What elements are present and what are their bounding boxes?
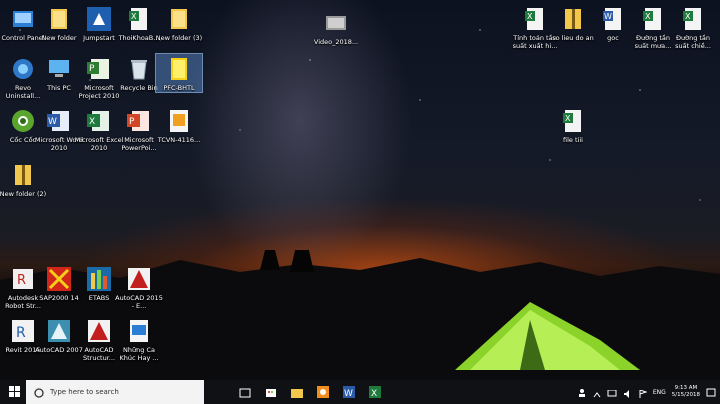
coccoc-taskbar-button[interactable] bbox=[310, 380, 336, 404]
icon-label: New folder (3) bbox=[155, 34, 203, 42]
clock-time: 9:13 AM bbox=[674, 385, 698, 391]
pdf-file-icon bbox=[166, 108, 192, 134]
jumpstart-icon bbox=[86, 6, 112, 32]
taskbar: Type here to search W X ENG 9:13 AM 5/15… bbox=[0, 380, 720, 404]
autocad-icon bbox=[126, 266, 152, 292]
icon-label: TCVN-4116... bbox=[157, 136, 201, 144]
search-icon bbox=[34, 383, 44, 402]
excel-taskbar-icon: X bbox=[369, 383, 381, 402]
search-placeholder: Type here to search bbox=[50, 388, 119, 396]
desktop-icon-nhung-ca-khuc[interactable]: Những Ca Khúc Hay ... bbox=[116, 316, 162, 362]
ms-word-icon: W bbox=[46, 108, 72, 134]
zip-folder-icon bbox=[10, 162, 36, 188]
desktop-icon-tcvn[interactable]: TCVN-4116... bbox=[156, 106, 202, 144]
system-tray: ENG 9:13 AM 5/15/2018 bbox=[577, 380, 720, 404]
excel-file-icon: X bbox=[126, 6, 152, 32]
control-panel-icon bbox=[10, 6, 36, 32]
svg-text:X: X bbox=[685, 12, 691, 21]
clock[interactable]: 9:13 AM 5/15/2018 bbox=[672, 385, 700, 399]
coccoc-taskbar-icon bbox=[317, 383, 329, 402]
folder-icon bbox=[166, 56, 192, 82]
desktop-icon-new-folder-2[interactable]: New folder (2) bbox=[0, 160, 46, 198]
folder-icon bbox=[166, 6, 192, 32]
network-icon[interactable] bbox=[607, 383, 617, 402]
icon-label: PFC-BHTL bbox=[163, 84, 195, 92]
svg-text:X: X bbox=[645, 12, 651, 21]
desktop-icon-video[interactable]: Video_2018... bbox=[313, 8, 359, 46]
desktop-icon-new-folder-3[interactable]: New folder (3) bbox=[156, 4, 202, 42]
icon-label: file tiii bbox=[563, 136, 583, 144]
folder-icon bbox=[46, 6, 72, 32]
file-explorer-button[interactable] bbox=[284, 380, 310, 404]
volume-icon[interactable] bbox=[623, 383, 633, 402]
store-icon bbox=[265, 383, 277, 402]
svg-text:R: R bbox=[17, 273, 26, 288]
svg-text:X: X bbox=[565, 114, 571, 123]
desktop-icon-duong-tan-suat-chieu[interactable]: X Đường tần suất chiề... bbox=[670, 4, 716, 50]
ms-excel-icon: X bbox=[86, 108, 112, 134]
notification-icon[interactable] bbox=[706, 383, 716, 402]
excel-file-icon: X bbox=[640, 6, 666, 32]
svg-text:W: W bbox=[344, 389, 353, 398]
desktop-icon-pfc-bhtl[interactable]: PFC-BHTL bbox=[155, 53, 203, 93]
people-icon[interactable] bbox=[577, 383, 587, 402]
taskbar-search-box[interactable]: Type here to search bbox=[26, 380, 204, 404]
revit-icon: R bbox=[10, 318, 36, 344]
task-view-icon bbox=[239, 383, 251, 402]
icon-label: AutoCAD 2015 - E... bbox=[115, 294, 163, 310]
windows-logo-icon bbox=[9, 383, 21, 402]
svg-text:P: P bbox=[89, 64, 95, 74]
language-indicator[interactable]: ENG bbox=[653, 389, 666, 396]
clock-date: 5/15/2018 bbox=[671, 392, 700, 398]
word-taskbar-button[interactable]: W bbox=[336, 380, 362, 404]
svg-text:X: X bbox=[527, 12, 533, 21]
svg-text:X: X bbox=[89, 117, 95, 127]
icon-label: Những Ca Khúc Hay ... bbox=[119, 346, 159, 362]
autocad-icon bbox=[46, 318, 72, 344]
desktop: Control Panel New folder Jumpstart X Tho… bbox=[0, 0, 720, 380]
store-button[interactable] bbox=[258, 380, 284, 404]
recycle-bin-icon bbox=[126, 56, 152, 82]
excel-file-icon: X bbox=[560, 108, 586, 134]
svg-text:R: R bbox=[16, 325, 26, 341]
desktop-icon-autocad-2015[interactable]: AutoCAD 2015 - E... bbox=[115, 264, 163, 310]
svg-text:P: P bbox=[129, 117, 135, 127]
ms-powerpoint-icon: P bbox=[126, 108, 152, 134]
task-view-button[interactable] bbox=[232, 380, 258, 404]
svg-text:X: X bbox=[371, 389, 377, 398]
revo-uninstaller-icon bbox=[10, 56, 36, 82]
svg-text:W: W bbox=[604, 12, 612, 21]
zip-folder-icon bbox=[560, 6, 586, 32]
autocad-icon bbox=[86, 318, 112, 344]
etabs-icon bbox=[86, 266, 112, 292]
video-file-icon bbox=[126, 318, 152, 344]
desktop-icon-file-tiii[interactable]: X file tiii bbox=[550, 106, 596, 144]
icon-label: Đường tần suất chiề... bbox=[675, 34, 711, 50]
excel-taskbar-button[interactable]: X bbox=[362, 380, 388, 404]
svg-text:W: W bbox=[48, 117, 57, 127]
word-taskbar-icon: W bbox=[343, 383, 355, 402]
this-pc-icon bbox=[46, 56, 72, 82]
word-file-icon: W bbox=[600, 6, 626, 32]
icon-label: New folder (2) bbox=[0, 190, 47, 198]
video-file-icon bbox=[323, 10, 349, 36]
excel-file-icon: X bbox=[522, 6, 548, 32]
sap2000-icon bbox=[46, 266, 72, 292]
robot-structural-icon: R bbox=[10, 266, 36, 292]
coccoc-browser-icon bbox=[10, 108, 36, 134]
file-explorer-icon bbox=[291, 383, 303, 402]
svg-text:X: X bbox=[131, 12, 137, 21]
ms-project-icon: P bbox=[86, 56, 112, 82]
icon-label: Video_2018... bbox=[313, 38, 359, 46]
excel-file-icon: X bbox=[680, 6, 706, 32]
flag-icon[interactable] bbox=[639, 383, 648, 402]
chevron-up-icon[interactable] bbox=[593, 383, 601, 402]
